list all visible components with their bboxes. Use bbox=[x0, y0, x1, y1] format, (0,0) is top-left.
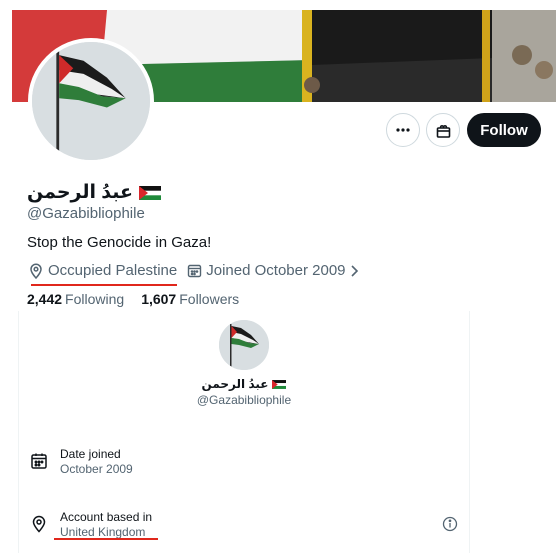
chevron-right-icon bbox=[350, 264, 358, 277]
profile-bio: Stop the Genocide in Gaza! bbox=[27, 234, 212, 251]
profile-avatar[interactable] bbox=[28, 38, 154, 164]
about-display-name: عبدُ الرحمن bbox=[201, 377, 269, 391]
info-icon[interactable] bbox=[442, 516, 458, 532]
following-link[interactable]: 2,442 Following bbox=[27, 291, 124, 307]
profile-handle: @Gazabibliophile bbox=[27, 205, 145, 222]
display-name: عبدُ الرحمن bbox=[27, 182, 133, 203]
about-display-name-row: عبدُ الرحمن bbox=[0, 377, 488, 391]
about-avatar-flag-image bbox=[219, 320, 269, 370]
palestine-flag-icon bbox=[138, 185, 161, 200]
about-handle: @Gazabibliophile bbox=[196, 393, 292, 407]
followers-label: Followers bbox=[179, 291, 240, 307]
follow-button[interactable]: Follow bbox=[467, 113, 541, 147]
annotation-underline-location bbox=[31, 284, 177, 286]
location-pin-icon bbox=[32, 515, 46, 533]
followers-link[interactable]: 1,607 Followers bbox=[141, 291, 239, 307]
more-icon bbox=[396, 128, 410, 132]
followers-count: 1,607 bbox=[141, 291, 177, 307]
profile-meta: Occupied Palestine Joined October 2009 bbox=[28, 262, 360, 279]
more-button[interactable] bbox=[386, 113, 420, 147]
location-pin-icon bbox=[30, 263, 42, 279]
account-based-value: United Kingdom bbox=[60, 525, 146, 539]
location-text: Occupied Palestine bbox=[48, 262, 178, 279]
account-based-label: Account based in bbox=[60, 510, 153, 524]
palestine-flag-icon bbox=[272, 379, 287, 389]
joined-text: Joined October 2009 bbox=[206, 262, 346, 279]
avatar-flag-image bbox=[32, 42, 150, 160]
following-count: 2,442 bbox=[27, 291, 63, 307]
calendar-icon bbox=[188, 264, 202, 278]
date-joined-label: Date joined bbox=[60, 447, 121, 461]
following-label: Following bbox=[65, 291, 125, 307]
about-avatar bbox=[219, 320, 269, 370]
follow-stats: 2,442 Following 1,607 Followers bbox=[27, 291, 239, 307]
gift-button[interactable] bbox=[426, 113, 460, 147]
location-item: Occupied Palestine bbox=[28, 262, 177, 279]
annotation-underline-country bbox=[54, 538, 158, 540]
display-name-row: عبدُ الرحمن bbox=[27, 181, 161, 204]
joined-item[interactable]: Joined October 2009 bbox=[187, 262, 359, 279]
date-joined-value: October 2009 bbox=[60, 462, 133, 476]
gift-icon bbox=[436, 124, 450, 138]
calendar-icon bbox=[31, 453, 47, 469]
